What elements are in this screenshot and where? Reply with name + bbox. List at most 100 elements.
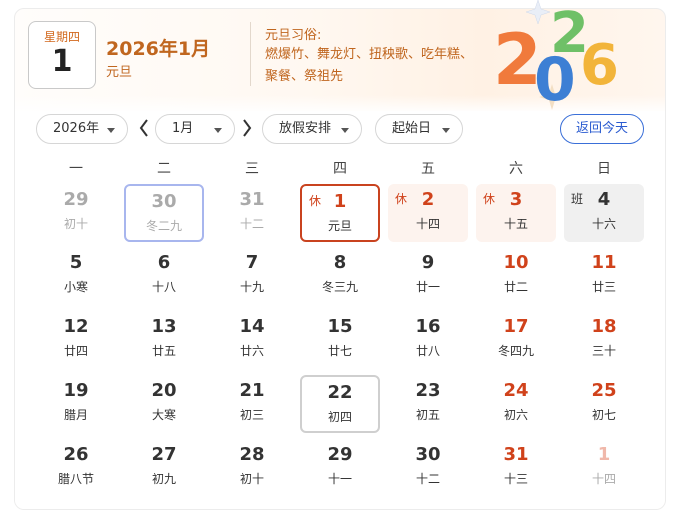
lunar-date: 廿八: [415, 344, 440, 358]
lunar-date: 十八: [151, 280, 176, 294]
selected-year-month: 2026年1月: [106, 38, 211, 60]
weekday-label: 日: [597, 161, 611, 177]
selected-day-box: 星期四 1: [28, 21, 96, 89]
art-digit: 6: [580, 33, 619, 98]
day-cell[interactable]: 11 廿三: [564, 247, 644, 305]
day-cell[interactable]: 30 冬二九: [124, 184, 204, 242]
lunar-date: 廿三: [591, 280, 616, 294]
day-number: 7: [245, 252, 259, 273]
day-cell[interactable]: 24 初六: [476, 375, 556, 433]
day-cell[interactable]: 25 初七: [564, 375, 644, 433]
day-cell[interactable]: 6 十八: [124, 247, 204, 305]
day-cell[interactable]: 30 十二: [388, 439, 468, 497]
weekday-label: 二: [157, 161, 171, 177]
back-to-today-button[interactable]: 返回今天: [560, 114, 644, 144]
day-cell[interactable]: 休 3 十五: [476, 184, 556, 242]
month-select[interactable]: 1月: [155, 114, 235, 144]
lunar-date: 三十: [591, 344, 616, 358]
day-number: 21: [239, 380, 265, 401]
chevron-down-icon: [341, 128, 349, 133]
day-number: 23: [415, 380, 441, 401]
day-number: 19: [63, 380, 89, 401]
day-cell[interactable]: 20 大寒: [124, 375, 204, 433]
day-cell[interactable]: 29 十一: [300, 439, 380, 497]
day-cell[interactable]: 18 三十: [564, 311, 644, 369]
day-number: 18: [591, 316, 617, 337]
lunar-date: 十三: [503, 472, 528, 486]
chevron-down-icon: [214, 128, 222, 133]
prev-month-icon[interactable]: [137, 117, 151, 139]
day-cell[interactable]: 9 廿一: [388, 247, 468, 305]
year-select[interactable]: 2026年: [36, 114, 128, 144]
day-cell[interactable]: 15 廿七: [300, 311, 380, 369]
day-number: 8: [333, 252, 347, 273]
start-day-select[interactable]: 起始日: [375, 114, 463, 144]
day-cell[interactable]: 27 初九: [124, 439, 204, 497]
day-number: 9: [421, 252, 435, 273]
lunar-date: 十二: [415, 472, 440, 486]
day-cell[interactable]: 班 4 十六: [564, 184, 644, 242]
lunar-date: 初十: [239, 472, 264, 486]
day-cell[interactable]: 10 廿二: [476, 247, 556, 305]
day-cell[interactable]: 5 小寒: [36, 247, 116, 305]
day-number: 3: [509, 189, 523, 210]
lunar-date: 初九: [151, 472, 176, 486]
lunar-date: 十四: [591, 472, 616, 486]
year-2026-art: 2 0 2 6: [493, 0, 619, 112]
day-number: 30: [415, 444, 441, 465]
customs-title: 元旦习俗:: [265, 28, 322, 43]
holiday-select[interactable]: 放假安排: [262, 114, 362, 144]
day-cell[interactable]: 29 初十: [36, 184, 116, 242]
day-cell[interactable]: 12 廿四: [36, 311, 116, 369]
day-number: 13: [151, 316, 177, 337]
day-cell[interactable]: 16 廿八: [388, 311, 468, 369]
lunar-date: 十五: [503, 217, 528, 231]
day-cell[interactable]: 28 初十: [212, 439, 292, 497]
day-number: 1: [597, 444, 611, 465]
lunar-date: 十一: [327, 472, 352, 486]
day-cell[interactable]: 7 十九: [212, 247, 292, 305]
day-cell[interactable]: 17 冬四九: [476, 311, 556, 369]
day-cell[interactable]: 休 1 元旦: [300, 184, 380, 242]
day-number: 11: [591, 252, 617, 273]
day-number: 4: [597, 189, 611, 210]
weekday-label: 一: [69, 161, 83, 177]
header-divider: [250, 22, 251, 86]
day-number: 2: [421, 189, 435, 210]
day-cell[interactable]: 19 腊月: [36, 375, 116, 433]
lunar-date: 元旦: [327, 219, 352, 233]
weekday-label: 五: [421, 161, 435, 177]
day-number: 10: [503, 252, 529, 273]
day-cell[interactable]: 13 廿五: [124, 311, 204, 369]
day-cell[interactable]: 31 十二: [212, 184, 292, 242]
day-number: 14: [239, 316, 265, 337]
day-number: 16: [415, 316, 441, 337]
day-number: 15: [327, 316, 353, 337]
day-cell[interactable]: 8 冬三九: [300, 247, 380, 305]
day-cell[interactable]: 1 十四: [564, 439, 644, 497]
day-number: 31: [503, 444, 529, 465]
day-cell[interactable]: 14 廿六: [212, 311, 292, 369]
customs-text: 燃爆竹、舞龙灯、扭秧歌、吃年糕、聚餐、祭祖先: [265, 47, 474, 84]
day-cell[interactable]: 31 十三: [476, 439, 556, 497]
lunar-date: 大寒: [151, 408, 176, 422]
lunar-date: 十四: [415, 217, 440, 231]
chevron-down-icon: [107, 128, 115, 133]
day-number: 20: [151, 380, 177, 401]
day-number: 28: [239, 444, 265, 465]
day-number: 17: [503, 316, 529, 337]
lunar-date: 初五: [415, 408, 440, 422]
lunar-date: 冬二九: [145, 219, 182, 233]
next-month-icon[interactable]: [240, 117, 254, 139]
weekday-label: 四: [333, 161, 347, 177]
day-cell[interactable]: 23 初五: [388, 375, 468, 433]
lunar-date: 廿五: [151, 344, 176, 358]
day-number: 29: [63, 189, 89, 210]
day-number: 30: [151, 191, 177, 212]
day-number: 27: [151, 444, 177, 465]
day-cell[interactable]: 26 腊八节: [36, 439, 116, 497]
selected-festival: 元旦: [106, 65, 133, 80]
day-cell[interactable]: 休 2 十四: [388, 184, 468, 242]
day-cell[interactable]: 21 初三: [212, 375, 292, 433]
day-cell[interactable]: 22 初四: [300, 375, 380, 433]
